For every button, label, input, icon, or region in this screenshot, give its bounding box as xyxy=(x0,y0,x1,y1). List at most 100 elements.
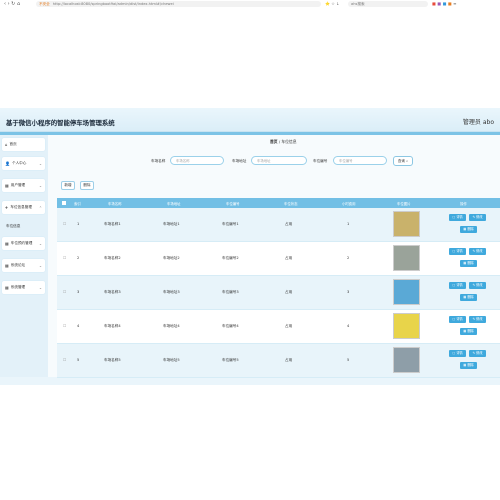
select-all-checkbox[interactable] xyxy=(62,201,66,205)
cell-lot-name: 车场名称2 xyxy=(104,256,121,260)
main-content: 首页 / 车位信息 车场名称 车场名称 车场地址 车场地址 车位编号 车位编号 … xyxy=(48,135,500,378)
cell-index: 4 xyxy=(77,324,80,328)
sidebar-item-label: 用户管理 xyxy=(10,183,26,187)
lot-address-input[interactable]: 车场地址 xyxy=(251,156,307,165)
chevron-down-icon: ⌄ xyxy=(38,285,42,290)
row-checkbox[interactable]: ☐ xyxy=(63,222,66,226)
cell-index: 1 xyxy=(77,222,80,226)
lot-address-label: 车场地址 xyxy=(232,159,247,163)
row-checkbox[interactable]: ☐ xyxy=(63,256,66,260)
extension-icons[interactable]: ■■■■≡ xyxy=(432,1,458,6)
detail-button[interactable]: ▢ 详情 xyxy=(449,316,466,323)
detail-button[interactable]: ▢ 详情 xyxy=(449,350,466,357)
breadcrumb-home[interactable]: 首页 xyxy=(270,139,278,144)
cell-hourly-fee: 1 xyxy=(347,222,350,226)
filter-bar: 车场名称 车场名称 车场地址 车场地址 车位编号 车位编号 查询 ⌕ xyxy=(48,156,500,168)
bookmark-icons[interactable]: ⭐ ☆ ↓ xyxy=(325,1,339,6)
cell-lot-address: 车场地址4 xyxy=(163,324,180,328)
sidebar-item-label: 首页 xyxy=(9,142,17,146)
sidebar-item-label: 车位信息管理 xyxy=(10,205,32,209)
home-icon: ⌂ xyxy=(5,142,8,147)
cell-space-code: 车位编号2 xyxy=(222,256,239,260)
url-text: http://localhost:8080/springboot9ai/admi… xyxy=(52,2,174,6)
col-lot-name: 车场名称 xyxy=(108,202,122,206)
browser-search-input[interactable]: ahs搜索 xyxy=(348,1,428,7)
cell-status: 占用 xyxy=(285,222,293,226)
chevron-down-icon: ⌄ xyxy=(38,241,42,246)
cell-lot-address: 车场地址1 xyxy=(163,222,180,226)
sidebar-item-profile[interactable]: 👤 个人中心 ⌄ xyxy=(2,157,45,170)
app-title: 基于微信小程序的智能停车场管理系统 xyxy=(6,119,115,127)
row-checkbox[interactable]: ☐ xyxy=(63,358,66,362)
sidebar-item-reservations[interactable]: ▦ 车位预约管理 ⌄ xyxy=(2,237,45,250)
row-checkbox[interactable]: ☐ xyxy=(63,324,66,328)
delete-button[interactable]: ▦ 删除 xyxy=(460,294,477,301)
chevron-up-icon: ⌃ xyxy=(38,205,42,210)
space-code-input[interactable]: 车位编号 xyxy=(333,156,387,165)
edit-button[interactable]: ✎ 修改 xyxy=(469,316,486,323)
space-code-label: 车位编号 xyxy=(313,159,328,163)
col-image: 车位图片 xyxy=(397,202,411,206)
table-row: ☐ 4 车场名称4 车场地址4 车位编号4 占用 4 ▢ 详情 ✎ 修改 ▦ 删除 xyxy=(57,310,500,344)
parking-space-image xyxy=(393,245,420,271)
cell-lot-address: 车场地址5 xyxy=(163,358,180,362)
cell-lot-address: 车场地址2 xyxy=(163,256,180,260)
sidebar-item-system[interactable]: ▦ 系统管理 ⌄ xyxy=(2,281,45,294)
table-row: ☐ 5 车场名称5 车场地址5 车位编号5 占用 5 ▢ 详情 ✎ 修改 ▦ 删除 xyxy=(57,344,500,378)
detail-button[interactable]: ▢ 详情 xyxy=(449,214,466,221)
sidebar: ⌂ 首页 👤 个人中心 ⌄ ▦ 用户管理 ⌄ ✈ 车位信息管理 ⌃ 车位信息 ▦ 车位预约管理 ⌄… xyxy=(0,135,48,377)
cell-hourly-fee: 3 xyxy=(347,290,350,294)
grid-icon: ▦ xyxy=(5,241,9,246)
grid-icon: ▦ xyxy=(5,285,9,290)
user-icon: 👤 xyxy=(5,161,10,166)
cell-hourly-fee: 4 xyxy=(347,324,350,328)
edit-button[interactable]: ✎ 修改 xyxy=(469,350,486,357)
plane-icon: ✈ xyxy=(5,205,9,210)
sidebar-subitem-parking-info[interactable]: 车位信息 xyxy=(6,224,20,229)
sidebar-item-users[interactable]: ▦ 用户管理 ⌄ xyxy=(2,179,45,192)
cell-status: 占用 xyxy=(285,256,293,260)
query-button[interactable]: 查询 ⌕ xyxy=(393,156,413,166)
delete-button[interactable]: ▦ 删除 xyxy=(460,362,477,369)
row-checkbox[interactable]: ☐ xyxy=(63,290,66,294)
cell-lot-name: 车场名称1 xyxy=(104,222,121,226)
sidebar-item-parking-info[interactable]: ✈ 车位信息管理 ⌃ xyxy=(2,201,45,214)
chevron-down-icon: ⌄ xyxy=(38,161,42,166)
cell-hourly-fee: 2 xyxy=(347,256,350,260)
delete-button[interactable]: ▦ 删除 xyxy=(460,260,477,267)
add-button[interactable]: 新增 xyxy=(61,181,75,190)
cell-status: 占用 xyxy=(285,358,293,362)
cell-lot-name: 车场名称3 xyxy=(104,290,121,294)
delete-selected-button[interactable]: 删除 xyxy=(80,181,94,190)
delete-button[interactable]: ▦ 删除 xyxy=(460,226,477,233)
breadcrumb-separator: / xyxy=(278,139,281,144)
address-bar[interactable]: 不安全 http://localhost:8080/springboot9ai/a… xyxy=(36,1,321,7)
chevron-down-icon: ⌄ xyxy=(38,183,42,188)
sidebar-item-label: 系统管理 xyxy=(10,285,26,289)
edit-button[interactable]: ✎ 修改 xyxy=(469,214,486,221)
cell-lot-name: 车场名称5 xyxy=(104,358,121,362)
delete-button[interactable]: ▦ 删除 xyxy=(460,328,477,335)
parking-space-image xyxy=(393,347,420,373)
detail-button[interactable]: ▢ 详情 xyxy=(449,282,466,289)
edit-button[interactable]: ✎ 修改 xyxy=(469,248,486,255)
user-menu[interactable]: 管理员 abo xyxy=(463,117,494,126)
cell-space-code: 车位编号1 xyxy=(222,222,239,226)
breadcrumb-current: 车位信息 xyxy=(281,139,297,144)
insecure-warning: 不安全 xyxy=(39,2,50,6)
breadcrumb: 首页 / 车位信息 xyxy=(270,139,297,145)
cell-space-code: 车位编号5 xyxy=(222,358,239,362)
detail-button[interactable]: ▢ 详情 xyxy=(449,248,466,255)
table-row: ☐ 3 车场名称3 车场地址3 车位编号3 占用 3 ▢ 详情 ✎ 修改 ▦ 删除 xyxy=(57,276,500,310)
sidebar-item-home[interactable]: ⌂ 首页 xyxy=(2,138,45,151)
sidebar-item-forum[interactable]: ▦ 系统论坛 ⌄ xyxy=(2,259,45,272)
menu-icon[interactable]: ≡ xyxy=(453,1,458,6)
app-screen: 基于微信小程序的智能停车场管理系统 管理员 abo ⌂ 首页 👤 个人中心 ⌄ ▦ 用户… xyxy=(0,108,500,385)
search-icon: ⌕ xyxy=(406,159,409,163)
lot-name-input[interactable]: 车场名称 xyxy=(170,156,224,165)
edit-button[interactable]: ✎ 修改 xyxy=(469,282,486,289)
col-status: 车位状态 xyxy=(284,202,298,206)
parking-space-image xyxy=(393,279,420,305)
cell-space-code: 车位编号3 xyxy=(222,290,239,294)
col-hourly-fee: 小时费用 xyxy=(342,202,356,206)
